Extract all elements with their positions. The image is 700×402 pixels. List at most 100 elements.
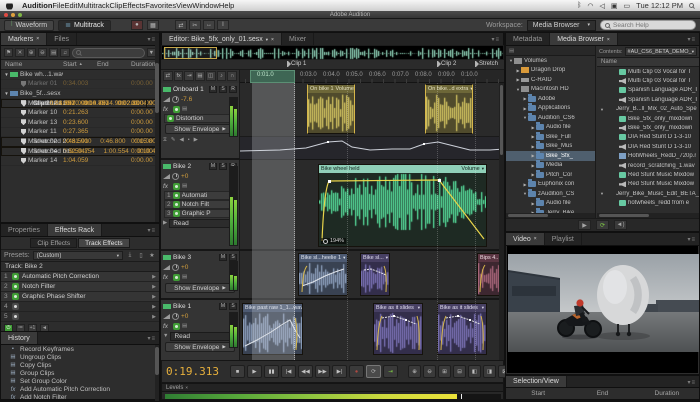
effect-power-icon[interactable]: [12, 283, 19, 290]
effect-power-icon[interactable]: [12, 313, 19, 320]
zoom-button[interactable]: ⊟: [453, 365, 466, 378]
fx-slot-row[interactable]: 2Notch Filt▶: [164, 200, 236, 209]
editor-tool-button[interactable]: I: [217, 20, 229, 30]
tree-item[interactable]: Bike_Sfx_: [506, 151, 595, 161]
mute-button[interactable]: M: [209, 163, 217, 170]
disclosure-arrow-icon[interactable]: [3, 91, 10, 96]
favorite-icon[interactable]: ★: [148, 252, 156, 259]
transport-button[interactable]: ◀◀: [298, 365, 313, 378]
panel-menu-icon[interactable]: ▾≡: [491, 36, 500, 43]
show-envelope-button[interactable]: Show Envelope▶: [165, 283, 235, 293]
pencil-icon[interactable]: ✎: [171, 137, 176, 143]
pan-slider-icon[interactable]: [163, 265, 170, 270]
menubar-item[interactable]: Window: [192, 1, 219, 10]
video-display[interactable]: [507, 246, 698, 373]
tree-item[interactable]: Adobe: [506, 94, 595, 104]
menubar-item[interactable]: File: [52, 1, 64, 10]
history-item[interactable]: Add Notch Filter: [1, 394, 159, 402]
chevron-right-icon[interactable]: ▶: [152, 284, 156, 290]
track-gain-value[interactable]: -7.6: [181, 96, 192, 103]
disclosure-arrow-icon[interactable]: [599, 107, 605, 112]
file-item[interactable]: HotWheels_RedD_720p.r: [597, 152, 699, 161]
editor-toolbar-icon[interactable]: ⇄: [163, 71, 173, 81]
menubar-item[interactable]: Help: [219, 1, 234, 10]
track-name[interactable]: Onboard 1: [173, 86, 207, 93]
file-item[interactable]: Spanish Language ADR_I: [597, 86, 699, 95]
tree-item[interactable]: Volumes: [506, 56, 595, 66]
tab-markers[interactable]: Markers×: [1, 33, 47, 45]
disclosure-arrow-icon[interactable]: [3, 72, 10, 77]
chevron-right-icon[interactable]: ▶: [163, 220, 167, 226]
chevron-down-icon[interactable]: ▾: [418, 305, 420, 311]
track-name[interactable]: Bike 2: [173, 163, 207, 170]
panel-menu-icon[interactable]: ▾≡: [687, 36, 696, 43]
solo-button[interactable]: S: [229, 303, 237, 310]
track-name[interactable]: Bike 3: [173, 254, 217, 261]
tree-item[interactable]: Euphonix con: [506, 180, 595, 190]
auto-play-icon[interactable]: ◄): [614, 220, 627, 230]
transport-button[interactable]: ⟳: [366, 365, 381, 378]
file-item[interactable]: Red Stunt Music Mixdow: [597, 170, 699, 179]
tree-item[interactable]: Pitch_Cor: [506, 170, 595, 180]
file-item[interactable]: Bike_5fx_only_mixdown: [597, 123, 699, 132]
tree-item[interactable]: Macintosh HD: [506, 85, 595, 95]
scrollbar[interactable]: [499, 83, 504, 360]
pan-slider-icon[interactable]: [163, 314, 170, 319]
workspace-dropdown[interactable]: Media Browser▾: [527, 20, 596, 31]
preview-play-icon[interactable]: ▶: [578, 220, 591, 230]
disclosure-arrow-icon[interactable]: [599, 191, 605, 196]
track-name[interactable]: Bike 1: [173, 303, 217, 310]
mute-button[interactable]: M: [219, 303, 227, 310]
editor-toolbar-icon[interactable]: ⇥: [184, 71, 194, 81]
spotlight-icon[interactable]: [689, 3, 694, 8]
contents-dropdown[interactable]: #AU_CS6_BETA_DEMO_▾: [625, 47, 697, 56]
help-search-box[interactable]: [600, 20, 696, 30]
audio-clip[interactable]: Bike as it slides▾: [373, 303, 423, 355]
fx-list-icon[interactable]: ▤: [182, 106, 187, 112]
fx-list-icon[interactable]: ▤: [182, 183, 187, 189]
tab-playlist[interactable]: Playlist: [545, 233, 582, 245]
zoom-button[interactable]: ◨: [483, 365, 496, 378]
minimize-window-button[interactable]: [11, 13, 15, 17]
effect-slot[interactable]: 3 Graphic Phase Shifter ▶: [1, 292, 159, 302]
multitrack-view-button[interactable]: ≣Multitrack: [58, 20, 111, 31]
fx-slot-row[interactable]: 3Graphic P▶: [164, 209, 236, 218]
history-item[interactable]: Record Keyframes: [1, 345, 159, 353]
merge-markers-icon[interactable]: ⊕: [27, 48, 36, 57]
file-item[interactable]: Multi Clip 03 Vocal for T: [597, 76, 699, 85]
waveform-view-button[interactable]: ⦚Waveform: [4, 20, 54, 31]
track-gain-value[interactable]: +0: [181, 264, 188, 271]
track-gain-value[interactable]: +0: [181, 313, 188, 320]
monitor-icon[interactable]: ▦: [147, 20, 159, 30]
chevron-down-icon[interactable]: ▾: [470, 86, 472, 92]
chevron-right-icon[interactable]: ▶: [152, 274, 156, 280]
chevron-down-icon[interactable]: ▾: [386, 255, 388, 261]
editor-tool-button[interactable]: ✂: [189, 20, 201, 30]
file-item[interactable]: Jerry_B...ll_Mix_02_Auto_Spe: [597, 105, 699, 114]
timeline-marker-flag[interactable]: Clip 1: [287, 61, 306, 67]
display-icon[interactable]: ▣: [611, 2, 618, 10]
insert-marker-icon[interactable]: ⊖: [38, 48, 47, 57]
markers-search-box[interactable]: [72, 48, 145, 58]
editor-toolbar-icon[interactable]: ▤: [195, 71, 205, 81]
marker-row[interactable]: Bike_5f...sesx: [1, 89, 159, 99]
chevron-down-icon[interactable]: ▾: [343, 255, 345, 261]
file-item[interactable]: DIA Red Stunt D 1-3-10: [597, 142, 699, 151]
next-icon[interactable]: ▶: [194, 137, 198, 143]
solo-button[interactable]: S: [219, 86, 227, 93]
stretch-icon[interactable]: ⧖: [163, 137, 167, 144]
transport-button[interactable]: ■: [230, 365, 245, 378]
overview-viewport-box[interactable]: [164, 47, 217, 59]
tree-item[interactable]: zAudition_CS: [506, 189, 595, 199]
effect-slot[interactable]: 5 ▶: [1, 312, 159, 322]
track-header[interactable]: Bike 1 MS +0 fx▤✦ ▼Read▾ Show Envelope▶: [161, 300, 240, 360]
audio-clip[interactable]: Bike sl...heelie 1▾: [298, 253, 348, 296]
track-effects-button[interactable]: Track Effects: [78, 238, 130, 248]
timeline-ruler[interactable]: ⇄fx⇥▤◫♪∩ 0:01.0 0:03.0 0:04.0 0:05.0 0:0…: [161, 70, 504, 83]
file-item[interactable]: Multi Clip 03 Vocal for T: [597, 67, 699, 76]
menubar-item[interactable]: Clip: [110, 1, 123, 10]
scrollbar[interactable]: [155, 33, 159, 222]
mute-button[interactable]: M: [209, 86, 217, 93]
editor-toolbar-icon[interactable]: ∩: [227, 71, 237, 81]
timeline-marker-flag[interactable]: Clip 2: [437, 61, 456, 67]
